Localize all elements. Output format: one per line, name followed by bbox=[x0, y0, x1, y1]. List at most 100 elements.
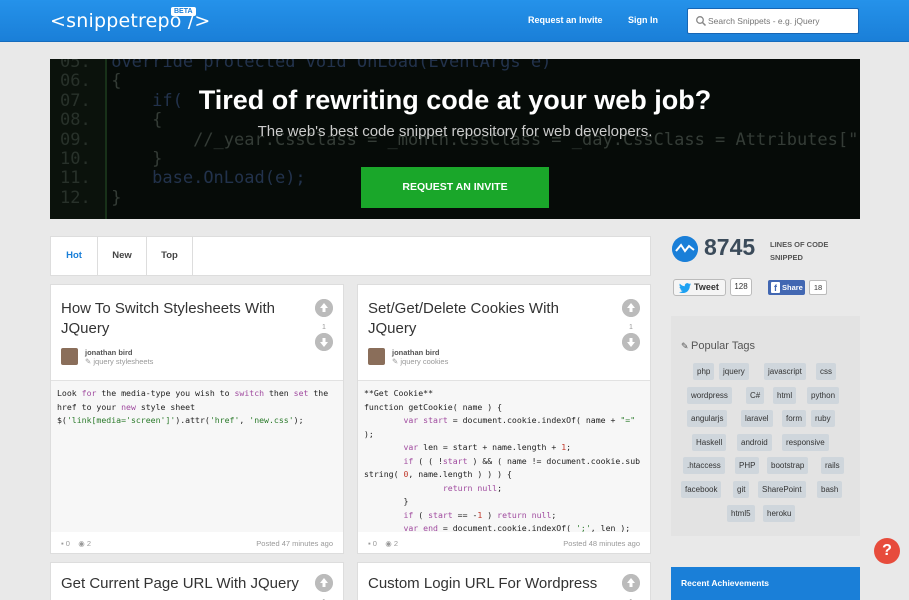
tag-chip[interactable]: ruby bbox=[811, 410, 835, 428]
tag-chip[interactable]: bootstrap bbox=[767, 457, 809, 475]
tag-chip[interactable]: javascript bbox=[764, 363, 806, 380]
hero-subtitle: The web's best code snippet repository f… bbox=[257, 123, 653, 140]
top-header: <snippetrepo /> BETA Request an Invite S… bbox=[0, 0, 909, 42]
upvote-icon[interactable] bbox=[622, 299, 640, 317]
snippet-title[interactable]: Set/Get/Delete Cookies With JQuery bbox=[368, 299, 608, 339]
downvote-icon[interactable] bbox=[315, 333, 333, 351]
vote-widget: 1 bbox=[622, 574, 640, 600]
tweet-button[interactable]: Tweet bbox=[673, 279, 726, 296]
recent-achievements-panel: Recent Achievements bbox=[671, 567, 860, 600]
lines-count: 8745 bbox=[704, 234, 756, 260]
vote-widget: 1 bbox=[622, 299, 640, 356]
request-invite-button[interactable]: REQUEST AN INVITE bbox=[361, 167, 549, 208]
vote-widget: 1 bbox=[315, 574, 333, 600]
upvote-icon[interactable] bbox=[315, 299, 333, 317]
vote-count: 1 bbox=[629, 324, 633, 331]
snippet-card[interactable]: How To Switch Stylesheets With JQuery 1 … bbox=[50, 284, 344, 554]
snippet-title[interactable]: How To Switch Stylesheets With JQuery bbox=[61, 299, 301, 339]
comment-icon: ▪ bbox=[61, 539, 64, 548]
posted-time: Posted 47 minutes ago bbox=[256, 539, 333, 548]
tag-chip[interactable]: html bbox=[773, 386, 797, 404]
views-icon: ◉ bbox=[78, 539, 85, 548]
author-name[interactable]: jonathan bird bbox=[85, 348, 133, 357]
lines-label: LINES OF CODE SNIPPED bbox=[770, 240, 829, 262]
tag-chip[interactable]: android bbox=[737, 433, 772, 451]
tag-chip[interactable]: C# bbox=[746, 386, 765, 404]
snippet-title[interactable]: Custom Login URL For Wordpress bbox=[368, 574, 608, 594]
tag-chip[interactable]: bash bbox=[817, 481, 843, 498]
vote-count: 1 bbox=[322, 324, 326, 331]
tag-chip[interactable]: SharePoint bbox=[758, 481, 806, 498]
tag-chip[interactable]: wordpress bbox=[687, 386, 732, 404]
facebook-share-button[interactable]: f Share bbox=[768, 280, 805, 295]
tag-chip[interactable]: jquery bbox=[719, 363, 749, 380]
view-count: 2 bbox=[86, 539, 92, 548]
card-meta: ▪ 0 ◉ 2 bbox=[61, 539, 91, 548]
card-meta: ▪ 0 ◉ 2 bbox=[368, 539, 398, 548]
pulse-icon bbox=[672, 236, 698, 262]
facebook-icon: f bbox=[771, 282, 780, 293]
share-count: 18 bbox=[809, 280, 827, 295]
card-footer: ▪ 0 ◉ 2 Posted 47 minutes ago bbox=[51, 532, 343, 554]
request-invite-link[interactable]: Request an Invite bbox=[528, 15, 603, 25]
comment-icon: ▪ bbox=[368, 539, 371, 548]
posted-time: Posted 48 minutes ago bbox=[563, 539, 640, 548]
snippet-code: Look for the media-type you wish to swit… bbox=[51, 380, 343, 532]
snippet-code: **Get Cookie** function getCookie( name … bbox=[358, 380, 650, 532]
downvote-icon[interactable] bbox=[622, 333, 640, 351]
snippet-tags[interactable]: ✎ jquery cookies bbox=[392, 357, 448, 366]
tag-chip[interactable]: git bbox=[733, 481, 750, 498]
tag-chip[interactable]: .htaccess bbox=[683, 457, 725, 475]
tag-chip[interactable]: css bbox=[816, 363, 836, 380]
views-icon: ◉ bbox=[385, 539, 392, 548]
tag-chip[interactable]: python bbox=[807, 386, 840, 404]
search-box[interactable] bbox=[687, 8, 859, 34]
snippet-tags[interactable]: ✎ jquery stylesheets bbox=[85, 357, 153, 366]
tag-icon: ✎ bbox=[681, 341, 692, 351]
tag-chip[interactable]: php bbox=[693, 363, 715, 380]
snippet-title[interactable]: Get Current Page URL With JQuery bbox=[61, 574, 301, 594]
popular-tags-title-text: Popular Tags bbox=[691, 340, 756, 352]
tag-chip[interactable]: heroku bbox=[763, 504, 796, 522]
share-label: Share bbox=[782, 283, 803, 292]
twitter-icon bbox=[679, 283, 691, 293]
view-count: 2 bbox=[393, 539, 399, 548]
popular-tags-title: ✎ Popular Tags bbox=[681, 340, 755, 352]
snippet-card[interactable]: Get Current Page URL With JQuery 1 bbox=[50, 562, 344, 600]
comment-count: 0 bbox=[372, 539, 377, 548]
tag-chip[interactable]: Haskell bbox=[692, 433, 727, 451]
snippet-card[interactable]: Custom Login URL For Wordpress 1 bbox=[357, 562, 651, 600]
tweet-label: Tweet bbox=[694, 282, 719, 292]
tag-chip[interactable]: html5 bbox=[727, 504, 755, 522]
upvote-icon[interactable] bbox=[622, 574, 640, 592]
snippet-tabs: Hot New Top bbox=[50, 236, 651, 276]
card-footer: ▪ 0 ◉ 2 Posted 48 minutes ago bbox=[358, 532, 650, 554]
upvote-icon[interactable] bbox=[315, 574, 333, 592]
author-name[interactable]: jonathan bird bbox=[392, 348, 440, 357]
avatar[interactable] bbox=[61, 348, 78, 365]
beta-badge: BETA bbox=[171, 7, 196, 16]
tag-chip[interactable]: PHP bbox=[735, 457, 760, 475]
search-input[interactable] bbox=[708, 13, 856, 29]
avatar[interactable] bbox=[368, 348, 385, 365]
hero-title: Tired of rewriting code at your web job? bbox=[198, 85, 712, 115]
tag-chip[interactable]: laravel bbox=[741, 410, 773, 428]
tab-hot[interactable]: Hot bbox=[51, 237, 98, 275]
tag-chip[interactable]: responsive bbox=[782, 433, 829, 451]
tag-chip[interactable]: angularjs bbox=[687, 410, 728, 428]
tab-new[interactable]: New bbox=[98, 237, 147, 275]
recent-achievements-title: Recent Achievements bbox=[681, 578, 770, 588]
tab-top[interactable]: Top bbox=[147, 237, 193, 275]
tweet-count: 128 bbox=[730, 278, 752, 296]
snippet-card[interactable]: Set/Get/Delete Cookies With JQuery 1 jon… bbox=[357, 284, 651, 554]
help-icon[interactable]: ? bbox=[874, 538, 900, 564]
tag-chip[interactable]: rails bbox=[821, 457, 844, 475]
vote-widget: 1 bbox=[315, 299, 333, 356]
snippet-tags-text: jquery cookies bbox=[400, 357, 449, 366]
sign-in-link[interactable]: Sign In bbox=[628, 15, 658, 25]
comment-count: 0 bbox=[65, 539, 70, 548]
tag-chip[interactable]: form bbox=[782, 410, 806, 428]
search-icon bbox=[696, 16, 707, 27]
tag-chip[interactable]: facebook bbox=[681, 481, 722, 498]
hero-banner: 05. override protected void OnLoad(Event… bbox=[50, 59, 860, 219]
